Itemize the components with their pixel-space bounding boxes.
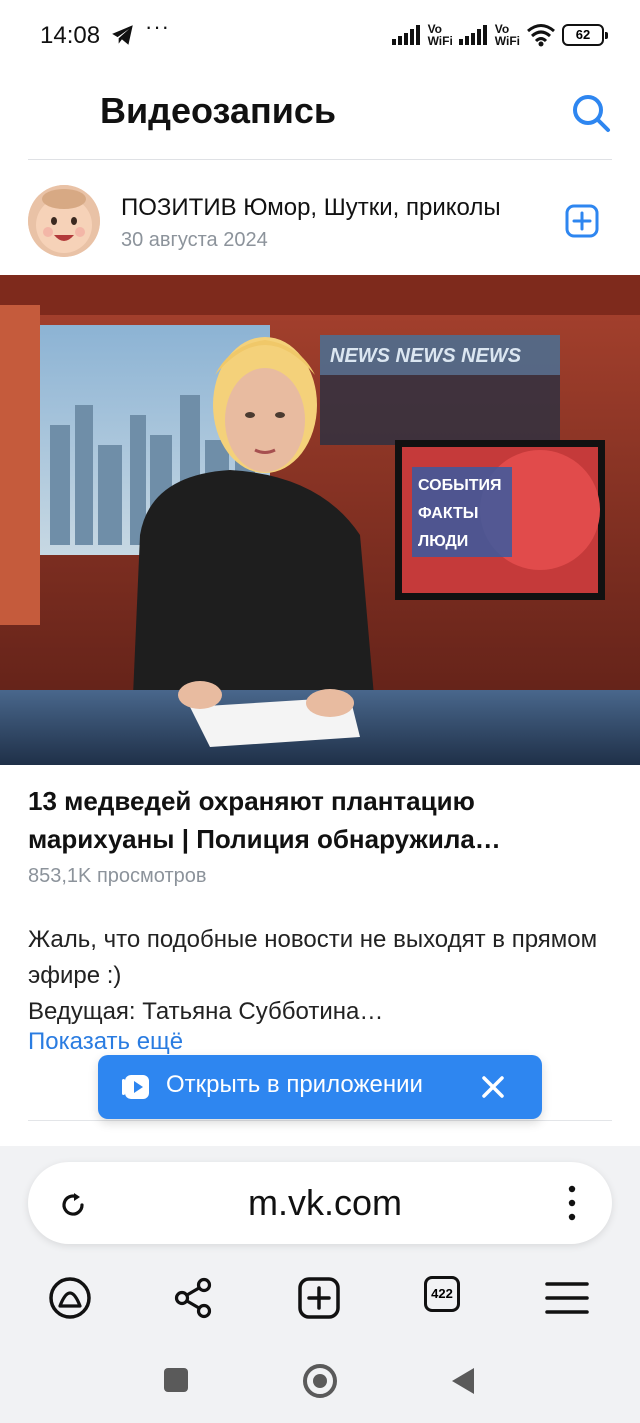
close-icon[interactable] — [478, 1072, 508, 1102]
video-title[interactable]: 13 медведей охраняют плантацию марихуаны… — [28, 782, 612, 858]
avatar[interactable] — [28, 185, 100, 257]
vk-clips-icon — [122, 1075, 149, 1099]
menu-icon[interactable] — [545, 1276, 589, 1320]
header-divider — [28, 159, 612, 160]
show-more-link[interactable]: Показать ещё — [28, 1028, 183, 1056]
open-in-app-label: Открыть в приложении — [166, 1071, 423, 1098]
vowifi-icon: Vo WiFi — [495, 23, 520, 47]
status-bar: 14:08 ··· Vo WiFi Vo WiFi 62 — [0, 0, 640, 70]
more-vertical-icon[interactable] — [562, 1184, 582, 1222]
telegram-icon — [112, 25, 133, 45]
author-row[interactable]: ПОЗИТИВ Юмор, Шутки, приколы 30 августа … — [0, 180, 640, 260]
back-icon[interactable] — [452, 1368, 474, 1394]
svg-text:ФАКТЫ: ФАКТЫ — [418, 505, 478, 522]
more-notifications-icon: ··· — [145, 14, 170, 39]
plus-square-icon[interactable] — [565, 204, 599, 238]
vowifi-label: WiFi — [494, 34, 520, 48]
vowifi-label: WiFi — [427, 34, 453, 48]
home-icon[interactable] — [303, 1364, 337, 1398]
status-icons: Vo WiFi Vo WiFi 62 — [391, 18, 608, 52]
page-title: Видеозапись — [100, 90, 336, 131]
video-player[interactable]: NEWS NEWS NEWS СОБЫТИЯ ФАКТЫ ЛЮДИ — [0, 275, 640, 765]
address-bar[interactable]: m.vk.com — [28, 1162, 612, 1244]
new-tab-icon[interactable] — [297, 1276, 341, 1320]
video-thumbnail[interactable]: NEWS NEWS NEWS СОБЫТИЯ ФАКТЫ ЛЮДИ — [0, 275, 640, 765]
battery-indicator: 62 — [562, 24, 608, 46]
recent-apps-icon[interactable] — [164, 1368, 188, 1392]
description-line: Ведущая: Татьяна Субботина… — [28, 998, 384, 1025]
browser-toolbar: 422 — [0, 1270, 640, 1326]
tabs-counter[interactable]: 422 — [424, 1276, 460, 1312]
wifi-icon — [527, 24, 555, 47]
system-nav-bar — [0, 1358, 640, 1408]
page-header: Видеозапись — [0, 70, 640, 160]
url-text[interactable]: m.vk.com — [28, 1182, 622, 1224]
vowifi-icon: Vo WiFi — [428, 23, 453, 47]
signal-icon — [458, 25, 487, 45]
views-count: 853,1K просмотров — [28, 865, 207, 887]
description-line: Жаль, что подобные новости не выходят в … — [28, 926, 598, 989]
svg-text:NEWS NEWS NEWS: NEWS NEWS NEWS — [330, 345, 522, 367]
section-divider — [28, 1120, 612, 1121]
author-name[interactable]: ПОЗИТИВ Юмор, Шутки, приколы — [121, 194, 521, 222]
search-icon[interactable] — [570, 92, 612, 134]
video-description: Жаль, что подобные новости не выходят в … — [28, 922, 612, 1030]
share-icon[interactable] — [172, 1276, 216, 1320]
signal-icon — [391, 25, 420, 45]
svg-text:СОБЫТИЯ: СОБЫТИЯ — [418, 477, 502, 494]
open-in-app-button[interactable]: Открыть в приложении — [98, 1055, 542, 1119]
status-time: 14:08 — [40, 22, 101, 49]
browser-bottom-bar: m.vk.com 422 — [0, 1146, 640, 1423]
post-date: 30 августа 2024 — [121, 229, 268, 251]
svg-text:ЛЮДИ: ЛЮДИ — [418, 533, 468, 550]
alice-icon[interactable] — [48, 1276, 92, 1320]
